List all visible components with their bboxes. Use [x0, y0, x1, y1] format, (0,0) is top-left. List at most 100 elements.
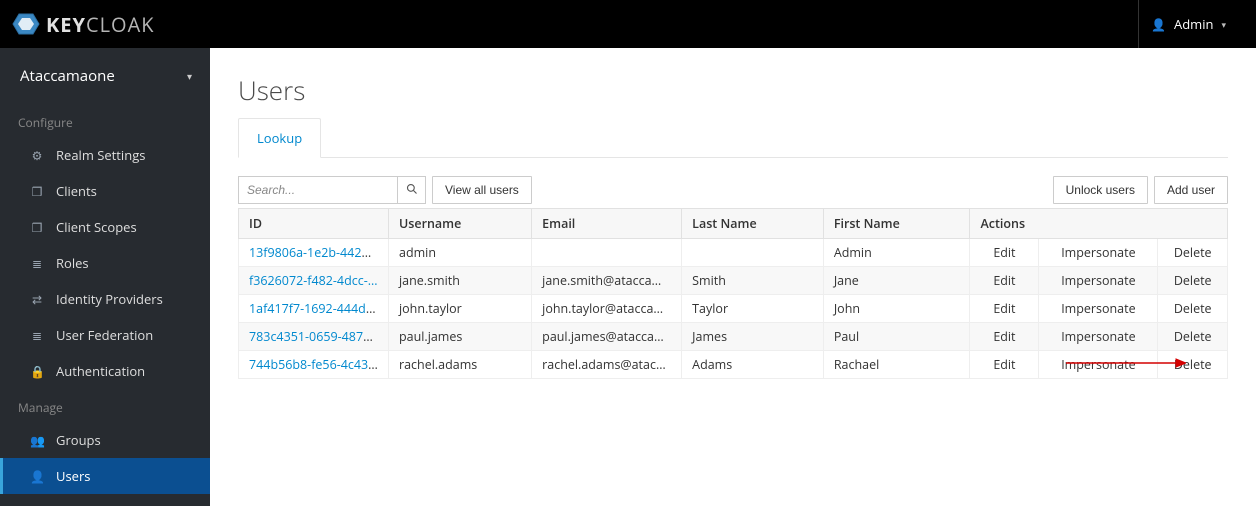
manage-nav: 👥 Groups 👤 Users ◷Sessions — [0, 422, 210, 506]
table-row: f3626072-f482-4dcc-... jane.smithjane.smi… — [239, 267, 1228, 295]
sidebar-item-label: Roles — [56, 254, 89, 272]
impersonate-button[interactable]: Impersonate — [1039, 239, 1158, 267]
sidebar-item-label: Clients — [56, 182, 97, 200]
table-row: 1af417f7-1692-444d-... john.taylorjohn.ta… — [239, 295, 1228, 323]
cell-first_name: Rachael — [823, 351, 970, 379]
user-id-link[interactable]: 744b56b8-fe56-4c43-... — [249, 356, 382, 373]
col-header-id: ID — [239, 209, 389, 239]
sidebar-item-user-federation[interactable]: ≣ User Federation — [0, 317, 210, 353]
search-input[interactable] — [238, 176, 398, 204]
exchange-icon: ⇄ — [30, 291, 44, 308]
add-user-button[interactable]: Add user — [1154, 176, 1228, 204]
sidebar: Ataccamaone ▾ Configure ⚙Realm Settings❒… — [0, 48, 210, 506]
cell-username: rachel.adams — [389, 351, 532, 379]
user-id-link[interactable]: f3626072-f482-4dcc-... — [249, 272, 378, 289]
topbar: KEYCLOAK 👤 Admin ▾ — [0, 0, 1256, 48]
table-row: 744b56b8-fe56-4c43-... rachel.adamsrachel… — [239, 351, 1228, 379]
col-header-first-name: First Name — [823, 209, 970, 239]
users-table: ID Username Email Last Name First Name A… — [238, 208, 1228, 379]
realm-name: Ataccamaone — [20, 66, 115, 86]
impersonate-button[interactable]: Impersonate — [1039, 295, 1158, 323]
sidebar-item-roles[interactable]: ≣ Roles — [0, 245, 210, 281]
main-content: Users Lookup View all users Unlock users — [210, 48, 1256, 506]
table-row: 13f9806a-1e2b-442d-... admin AdminEditImpe… — [239, 239, 1228, 267]
cell-username: john.taylor — [389, 295, 532, 323]
sidebar-item-identity-providers[interactable]: ⇄Identity Providers — [0, 281, 210, 317]
brand-logo-icon — [12, 10, 40, 38]
tabs: Lookup — [238, 118, 1228, 158]
sidebar-item-users[interactable]: 👤 Users — [0, 458, 210, 494]
search-group — [238, 176, 426, 204]
delete-button[interactable]: Delete — [1158, 351, 1228, 379]
lock-icon: 🔒 — [30, 363, 44, 380]
cell-username: paul.james — [389, 323, 532, 351]
cell-first_name: John — [823, 295, 970, 323]
cell-last_name: Taylor — [682, 295, 824, 323]
user-id-link[interactable]: 1af417f7-1692-444d-... — [249, 300, 380, 317]
brand-text: KEYCLOAK — [46, 11, 154, 38]
cell-username: admin — [389, 239, 532, 267]
sidebar-item-label: User Federation — [56, 326, 153, 344]
edit-button[interactable]: Edit — [970, 323, 1039, 351]
list-icon: ≣ — [30, 255, 44, 272]
edit-button[interactable]: Edit — [970, 351, 1039, 379]
cube-icon: ❒ — [30, 183, 44, 200]
impersonate-button[interactable]: Impersonate — [1039, 323, 1158, 351]
sidebar-item-sessions[interactable]: ◷Sessions — [0, 494, 210, 506]
sidebar-item-label: Users — [56, 467, 90, 485]
user-menu-label: Admin — [1174, 15, 1213, 33]
configure-nav: ⚙Realm Settings ❒ Clients ❒ Client Scopes ≣ Ro… — [0, 137, 210, 389]
sidebar-item-client-scopes[interactable]: ❒ Client Scopes — [0, 209, 210, 245]
user-id-link[interactable]: 783c4351-0659-487c-... — [249, 328, 383, 345]
unlock-users-button[interactable]: Unlock users — [1053, 176, 1148, 204]
delete-button[interactable]: Delete — [1158, 239, 1228, 267]
impersonate-button[interactable]: Impersonate — [1039, 267, 1158, 295]
database-icon: ≣ — [30, 327, 44, 344]
cell-last_name — [682, 239, 824, 267]
user-menu[interactable]: 👤 Admin ▾ — [1138, 0, 1238, 48]
col-header-actions: Actions — [970, 209, 1228, 239]
cell-email: john.taylor@ataccam... — [532, 295, 682, 323]
users-icon: 👥 — [30, 432, 44, 449]
cell-email: jane.smith@ataccam... — [532, 267, 682, 295]
sidebar-item-groups[interactable]: 👥 Groups — [0, 422, 210, 458]
sidebar-item-label: Realm Settings — [56, 146, 145, 164]
sidebar-item-label: Groups — [56, 431, 101, 449]
brand[interactable]: KEYCLOAK — [12, 10, 154, 38]
section-manage-title: Manage — [0, 389, 210, 422]
chevron-down-icon: ▾ — [1221, 18, 1226, 31]
edit-button[interactable]: Edit — [970, 295, 1039, 323]
sidebar-item-clients[interactable]: ❒ Clients — [0, 173, 210, 209]
table-row: 783c4351-0659-487c-... paul.jamespaul.jam… — [239, 323, 1228, 351]
page-title: Users — [238, 72, 1228, 108]
impersonate-button[interactable]: Impersonate — [1039, 351, 1158, 379]
sidebar-item-label: Client Scopes — [56, 218, 137, 236]
delete-button[interactable]: Delete — [1158, 323, 1228, 351]
toolbar: View all users Unlock users Add user — [238, 176, 1228, 204]
cell-first_name: Paul — [823, 323, 970, 351]
cell-username: jane.smith — [389, 267, 532, 295]
col-header-email: Email — [532, 209, 682, 239]
delete-button[interactable]: Delete — [1158, 295, 1228, 323]
chevron-down-icon: ▾ — [187, 69, 192, 83]
col-header-username: Username — [389, 209, 532, 239]
user-id-link[interactable]: 13f9806a-1e2b-442d-... — [249, 244, 383, 261]
sidebar-item-authentication[interactable]: 🔒 Authentication — [0, 353, 210, 389]
cell-last_name: James — [682, 323, 824, 351]
tab-lookup[interactable]: Lookup — [238, 118, 321, 158]
cell-email: rachel.adams@atacc... — [532, 351, 682, 379]
view-all-users-button[interactable]: View all users — [432, 176, 532, 204]
edit-button[interactable]: Edit — [970, 267, 1039, 295]
delete-button[interactable]: Delete — [1158, 267, 1228, 295]
cell-first_name: Admin — [823, 239, 970, 267]
sidebar-item-realm-settings[interactable]: ⚙Realm Settings — [0, 137, 210, 173]
user-icon: 👤 — [30, 468, 44, 485]
cell-email: paul.james@ataccam... — [532, 323, 682, 351]
cubes-icon: ❒ — [30, 219, 44, 236]
edit-button[interactable]: Edit — [970, 239, 1039, 267]
search-icon — [406, 183, 418, 198]
realm-selector[interactable]: Ataccamaone ▾ — [0, 48, 210, 104]
sidebar-item-label: Authentication — [56, 362, 145, 380]
col-header-last-name: Last Name — [682, 209, 824, 239]
search-button[interactable] — [398, 176, 426, 204]
